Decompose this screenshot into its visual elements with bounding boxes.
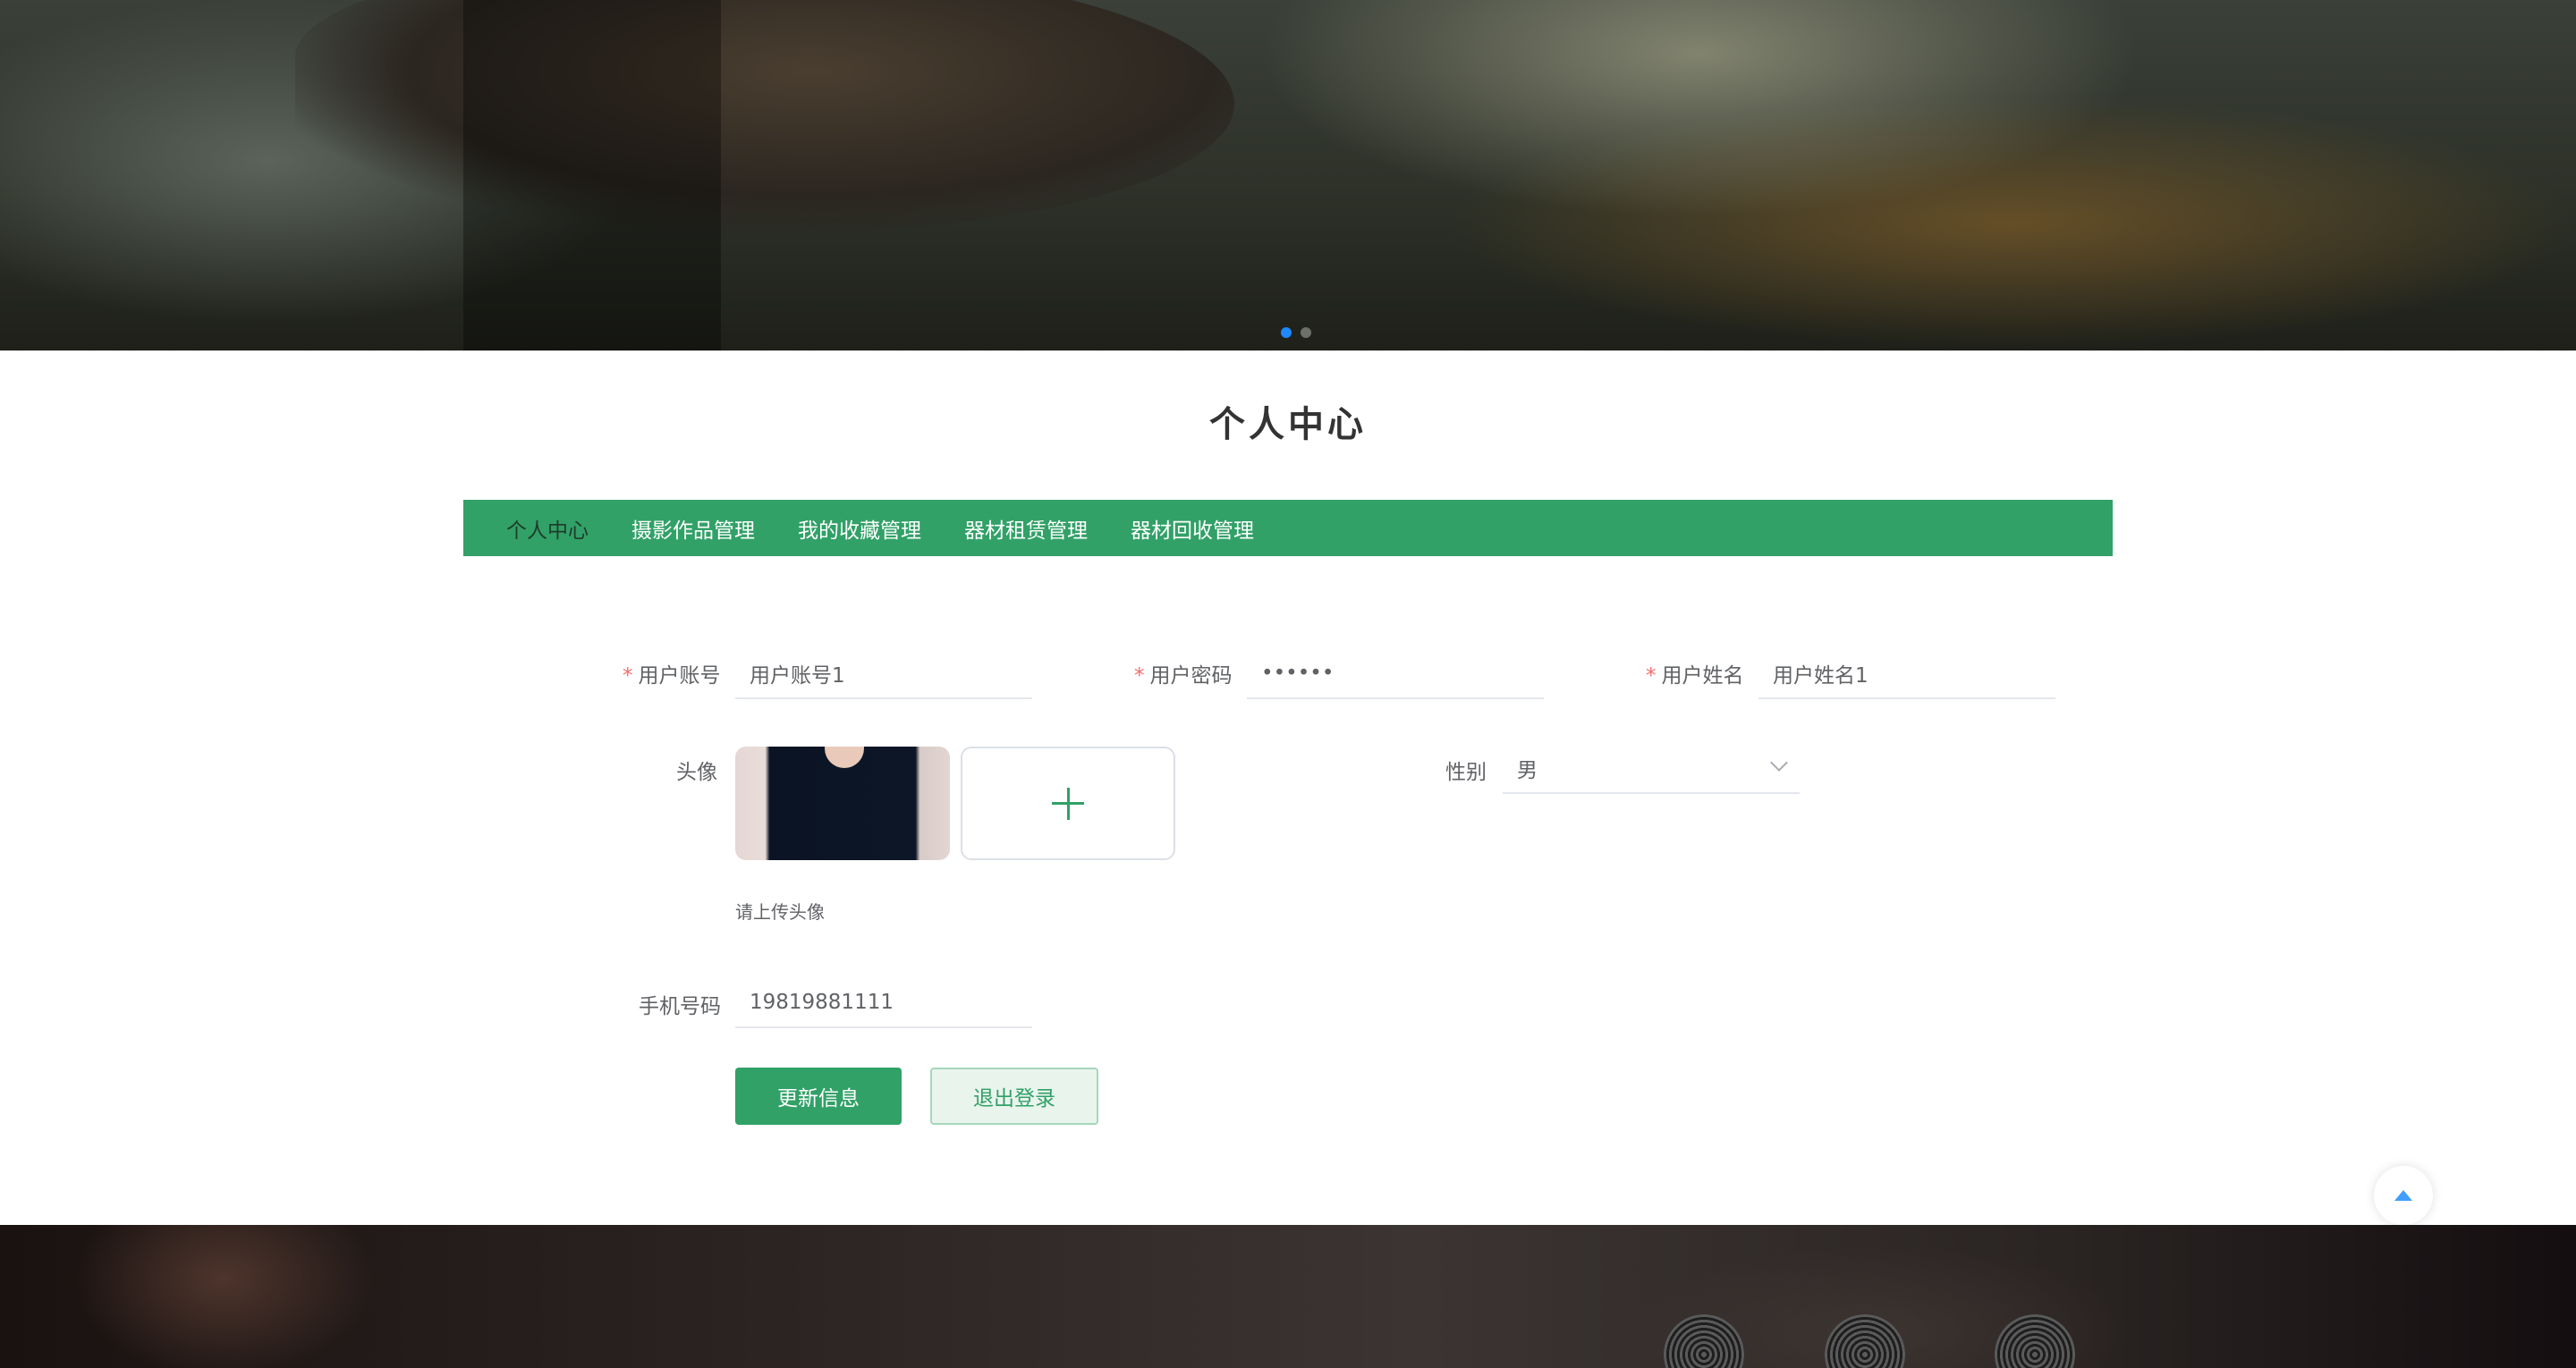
- center-tab-bar: 个人中心 摄影作品管理 我的收藏管理 器材租赁管理 器材回收管理: [463, 500, 2113, 556]
- phone-value: 19819881111: [750, 991, 894, 1014]
- password-label: * 用户密码: [1134, 658, 1233, 688]
- decor-ball-2: [1825, 1314, 1905, 1368]
- update-info-button[interactable]: 更新信息: [735, 1068, 902, 1125]
- decor-ball-3: [1995, 1314, 2075, 1368]
- gender-label: 性别: [1445, 761, 1487, 784]
- decor-ball-1: [1664, 1314, 1744, 1368]
- banner-shade-overlay: [463, 0, 721, 350]
- gender-value: 男: [1517, 759, 1538, 782]
- tab-photo-works[interactable]: 摄影作品管理: [631, 513, 755, 544]
- back-to-top-button[interactable]: [2374, 1166, 2433, 1225]
- gender-select[interactable]: 男: [1503, 744, 1800, 794]
- account-value: 用户账号1: [750, 664, 845, 688]
- avatar-label: 头像: [676, 761, 717, 784]
- avatar-face: [825, 747, 864, 768]
- top-banner-carousel: [0, 0, 2576, 350]
- account-label-text: 用户账号: [638, 664, 721, 688]
- banner-image-rock: [295, 0, 1234, 232]
- bottom-banner-image: [0, 1225, 2576, 1368]
- account-input[interactable]: 用户账号1: [735, 649, 1032, 699]
- page-title: 个人中心: [1209, 404, 1367, 445]
- tab-my-favorites[interactable]: 我的收藏管理: [798, 513, 921, 544]
- name-value: 用户姓名1: [1773, 664, 1868, 688]
- carousel-indicators: [1281, 327, 1311, 338]
- avatar-upload-button[interactable]: [961, 747, 1175, 860]
- carousel-indicator-1[interactable]: [1281, 327, 1292, 338]
- name-label: * 用户姓名: [1646, 658, 1744, 688]
- tab-equipment-rental[interactable]: 器材租赁管理: [964, 513, 1088, 544]
- tab-personal-center[interactable]: 个人中心: [506, 513, 589, 544]
- logout-button[interactable]: 退出登录: [930, 1068, 1098, 1125]
- password-label-text: 用户密码: [1149, 664, 1233, 688]
- required-mark: *: [1646, 664, 1657, 688]
- account-label: * 用户账号: [623, 658, 721, 688]
- name-input[interactable]: 用户姓名1: [1758, 649, 2055, 699]
- tab-equipment-recycle[interactable]: 器材回收管理: [1131, 513, 1254, 544]
- name-label-text: 用户姓名: [1661, 664, 1744, 688]
- carousel-indicator-2[interactable]: [1301, 327, 1311, 338]
- phone-input[interactable]: 19819881111: [735, 978, 1032, 1028]
- avatar-preview-image[interactable]: [735, 747, 950, 860]
- password-input[interactable]: ••••••: [1247, 649, 1544, 699]
- avatar-upload-tip: 请上传头像: [735, 901, 825, 923]
- chevron-down-icon: [1770, 754, 1788, 772]
- phone-label: 手机号码: [639, 995, 721, 1018]
- personal-center-section: 个人中心 个人中心 摄影作品管理 我的收藏管理 器材租赁管理 器材回收管理 * 用…: [0, 350, 2576, 1225]
- required-mark: *: [1134, 664, 1145, 688]
- plus-icon-bar: [1052, 802, 1084, 805]
- password-value: ••••••: [1261, 662, 1335, 685]
- required-mark: *: [623, 664, 633, 688]
- caret-up-icon: [2394, 1190, 2412, 1201]
